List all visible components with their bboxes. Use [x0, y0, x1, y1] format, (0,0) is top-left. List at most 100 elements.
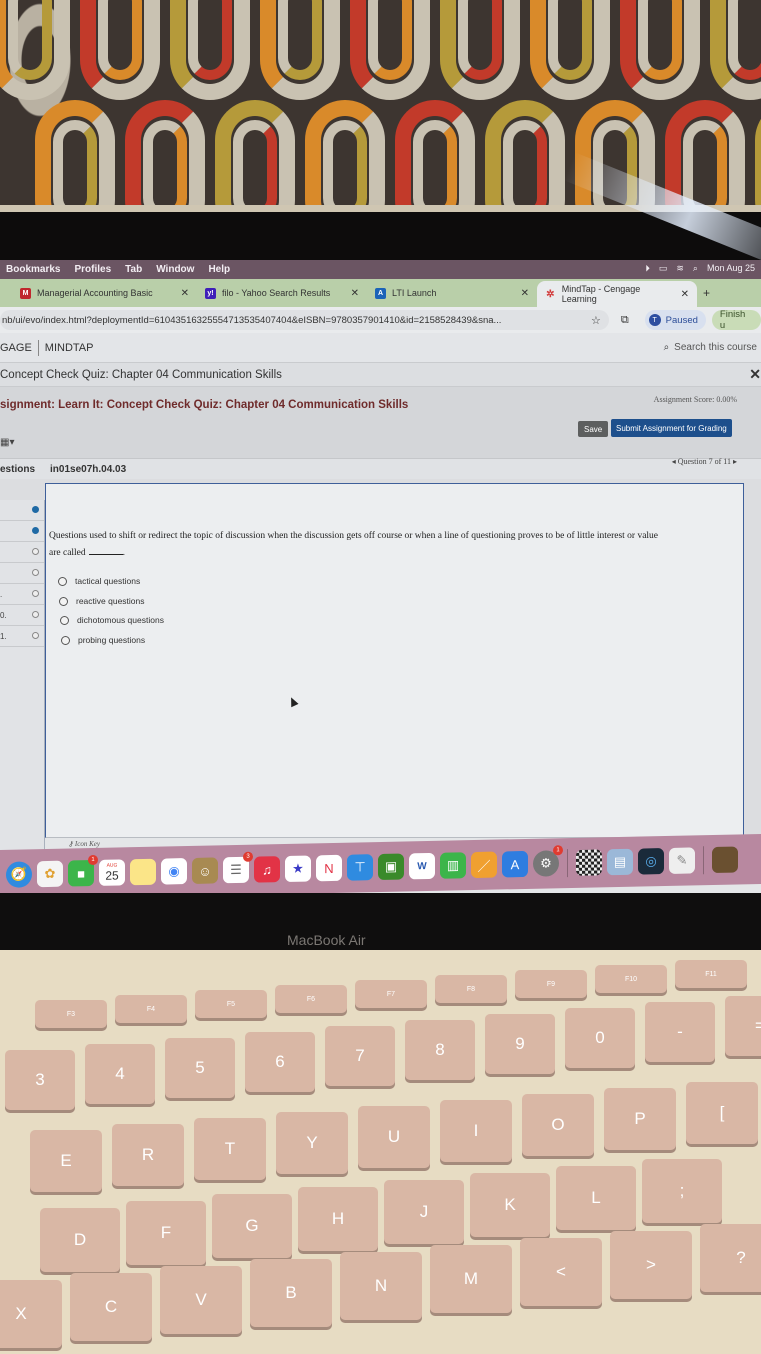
wallpaper-oval — [638, 0, 682, 80]
calendar-menu-icon[interactable]: ▦▾ — [0, 437, 14, 448]
spotlight-search-icon[interactable]: ⌕ — [693, 263, 698, 274]
wallpaper-oval — [755, 100, 761, 210]
safari-icon[interactable]: 🧭 — [6, 861, 32, 888]
activity-breadcrumb: Concept Check Quiz: Chapter 04 Communica… — [0, 363, 761, 387]
answer-option[interactable]: probing questions — [61, 635, 145, 645]
browser-toolbar: nb/ui/evo/index.html?deploymentId=610435… — [0, 307, 761, 333]
app-store-icon[interactable]: A — [502, 850, 528, 878]
wallpaper-oval — [323, 120, 367, 210]
word-icon[interactable]: W — [409, 852, 435, 880]
profile-button[interactable]: T Paused — [644, 310, 706, 330]
tab-managerial-accounting[interactable]: M Managerial Accounting Basic ✕ — [12, 282, 197, 304]
answer-option[interactable]: reactive questions — [59, 596, 145, 606]
answer-option[interactable]: tactical questions — [58, 576, 140, 586]
wifi-icon[interactable]: ≋ — [676, 263, 684, 274]
keyboard-key: E — [30, 1130, 102, 1192]
prompt-line-2: are called — [49, 548, 86, 558]
quicktime-icon[interactable]: ◎ — [638, 848, 664, 875]
downloads-stack-icon[interactable] — [712, 846, 738, 874]
question-list-item[interactable] — [0, 500, 44, 521]
answer-option[interactable]: dichotomous questions — [60, 615, 164, 625]
question-header-row: estions in01se07h.04.03 ◂ Question 7 of … — [0, 457, 761, 479]
system-settings-icon[interactable]: ⚙ 1 — [533, 845, 563, 877]
imovie-icon[interactable]: ★ — [285, 855, 311, 883]
icon-key-label: Icon Key — [74, 840, 100, 848]
question-list-item[interactable]: 0. — [0, 605, 44, 626]
keyboard-key: D — [40, 1208, 120, 1272]
minecraft-icon[interactable]: ▣ — [378, 853, 404, 881]
question-list-item[interactable] — [0, 563, 44, 584]
reminders-icon[interactable]: ☰ 3 — [223, 851, 253, 884]
extensions-icon[interactable]: ⧉ — [621, 314, 629, 327]
calendar-day: 25 — [105, 868, 119, 883]
play-icon[interactable]: ⏵ — [645, 263, 650, 274]
menu-tab[interactable]: Tab — [125, 264, 142, 275]
tab-label: LTI Launch — [392, 288, 437, 298]
keyboard-key: X — [0, 1280, 62, 1348]
question-list-item[interactable] — [0, 521, 44, 542]
icon-key[interactable]: ⚷ Icon Key — [68, 840, 100, 848]
wallpaper-oval — [548, 0, 592, 80]
question-id: in01se07h.04.03 — [50, 464, 127, 475]
question-list-item[interactable]: 1. — [0, 626, 44, 647]
new-tab-icon[interactable]: + — [703, 286, 710, 300]
photos-icon[interactable]: ✿ — [37, 860, 63, 888]
contacts-icon[interactable]: ☺ — [192, 857, 218, 884]
question-navigator[interactable]: ◂ Question 7 of 11 ▸ — [672, 457, 737, 466]
news-icon[interactable]: N — [316, 854, 342, 882]
tab-yahoo-search[interactable]: y! filo - Yahoo Search Results ✕ — [197, 282, 367, 304]
menu-profiles[interactable]: Profiles — [74, 264, 111, 275]
question-list-item[interactable]: . — [0, 584, 44, 605]
laptop-screen: Bookmarks Profiles Tab Window Help ⏵ ▭ ≋… — [0, 260, 761, 900]
close-tab-icon[interactable]: ✕ — [181, 288, 189, 299]
calendar-icon[interactable]: AUG 25 — [99, 859, 125, 886]
radio-button[interactable] — [59, 596, 68, 606]
numbers-icon[interactable]: ▥ — [440, 852, 466, 879]
battery-icon[interactable]: ▭ — [659, 263, 668, 274]
close-tab-icon[interactable]: ✕ — [521, 288, 529, 299]
menu-bookmarks[interactable]: Bookmarks — [6, 264, 60, 275]
close-tab-icon[interactable]: ✕ — [681, 289, 689, 300]
menubar-clock[interactable]: Mon Aug 25 — [707, 263, 755, 274]
unanswered-status-icon — [32, 548, 39, 555]
course-search[interactable]: ⌕ Search this course — [664, 342, 757, 353]
mcgraw-hill-icon: M — [20, 287, 31, 299]
keynote-icon[interactable]: ⊤ — [347, 854, 373, 881]
keyboard-key: F — [126, 1201, 206, 1265]
menu-window[interactable]: Window — [156, 264, 194, 275]
music-icon[interactable]: ♫ — [254, 856, 280, 883]
radio-button[interactable] — [60, 615, 69, 625]
question-list-item[interactable] — [0, 542, 44, 563]
keyboard-key: 3 — [5, 1050, 75, 1110]
save-button[interactable]: Save — [578, 421, 609, 437]
pages-icon[interactable]: ／ — [471, 851, 497, 879]
wallpaper-oval — [683, 120, 727, 210]
close-tab-icon[interactable]: ✕ — [351, 288, 359, 299]
brand-divider — [37, 339, 39, 356]
answered-status-icon — [32, 506, 39, 513]
notes-icon[interactable] — [130, 858, 156, 886]
radio-button[interactable] — [61, 635, 70, 645]
assignment-title: signment: Learn It: Concept Check Quiz: … — [0, 399, 409, 411]
chrome-icon[interactable]: ◉ — [161, 858, 187, 885]
menu-help[interactable]: Help — [208, 264, 230, 275]
tab-mindtap[interactable]: ✲ MindTap - Cengage Learning ✕ — [537, 281, 697, 307]
facetime-icon[interactable]: ■ 1 — [68, 854, 98, 887]
chess-icon[interactable] — [576, 849, 602, 876]
textedit-icon[interactable]: ✎ — [669, 847, 695, 874]
address-bar[interactable]: nb/ui/evo/index.html?deploymentId=610435… — [0, 310, 609, 330]
radio-button[interactable] — [58, 576, 67, 586]
keyboard-key: [ — [686, 1082, 758, 1144]
profile-avatar: T — [648, 314, 661, 326]
finish-update-button[interactable]: Finish u — [711, 309, 761, 331]
submit-assignment-button[interactable]: Submit Assignment for Grading — [611, 419, 732, 437]
keyboard-key: F3 — [35, 1000, 107, 1028]
keyboard-key: F5 — [195, 990, 267, 1018]
bookmark-star-icon[interactable]: ☆ — [591, 314, 601, 327]
answer-blank — [88, 554, 123, 555]
close-activity-icon[interactable]: ✕ — [749, 366, 761, 383]
option-label: dichotomous questions — [77, 615, 164, 625]
preview-icon[interactable]: ▤ — [607, 848, 633, 876]
notification-badge: 3 — [243, 851, 253, 862]
tab-lti-launch[interactable]: A LTI Launch ✕ — [367, 282, 537, 304]
